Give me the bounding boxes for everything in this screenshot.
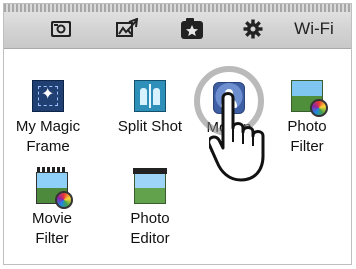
motion-photo-highlight xyxy=(189,66,269,136)
magic-frame-icon: ✦ xyxy=(32,80,64,112)
menu-item-label: Movie Filter xyxy=(31,210,72,247)
menu-item-movie-filter[interactable]: Movie Filter xyxy=(20,167,84,249)
photo-editor-icon xyxy=(133,168,167,204)
tabbar-texture xyxy=(4,4,351,12)
photo-filter-icon xyxy=(291,80,328,117)
camera-menu-screen: Wi-Fi ✦ My Magic Frame Split Shot Motion… xyxy=(3,3,352,265)
tab-settings[interactable] xyxy=(236,14,270,44)
camera-icon xyxy=(51,21,71,37)
menu-item-label: My Magic Frame xyxy=(15,118,81,155)
split-shot-icon xyxy=(134,80,166,112)
tab-wifi[interactable]: Wi-Fi xyxy=(289,14,339,44)
menu-item-split-shot[interactable]: Split Shot xyxy=(110,80,190,137)
mode-tab-bar: Wi-Fi xyxy=(4,4,351,49)
scene-icon xyxy=(116,18,139,37)
motion-photo-icon xyxy=(213,82,245,114)
menu-item-photo-editor[interactable]: Photo Editor xyxy=(110,168,190,249)
menu-item-label: Split Shot xyxy=(117,118,183,135)
tab-magic[interactable] xyxy=(175,14,209,44)
menu-item-photo-filter[interactable]: Photo Filter xyxy=(266,80,348,157)
tab-camera[interactable] xyxy=(44,14,78,44)
menu-item-my-magic-frame[interactable]: ✦ My Magic Frame xyxy=(4,80,92,157)
menu-item-label: Photo Filter xyxy=(287,118,327,155)
star-icon xyxy=(181,18,203,39)
movie-filter-icon xyxy=(36,167,73,209)
gear-icon xyxy=(243,19,263,39)
menu-item-label: Photo Editor xyxy=(130,210,170,247)
tab-scene[interactable] xyxy=(110,14,144,44)
tab-wifi-label: Wi-Fi xyxy=(294,19,334,38)
